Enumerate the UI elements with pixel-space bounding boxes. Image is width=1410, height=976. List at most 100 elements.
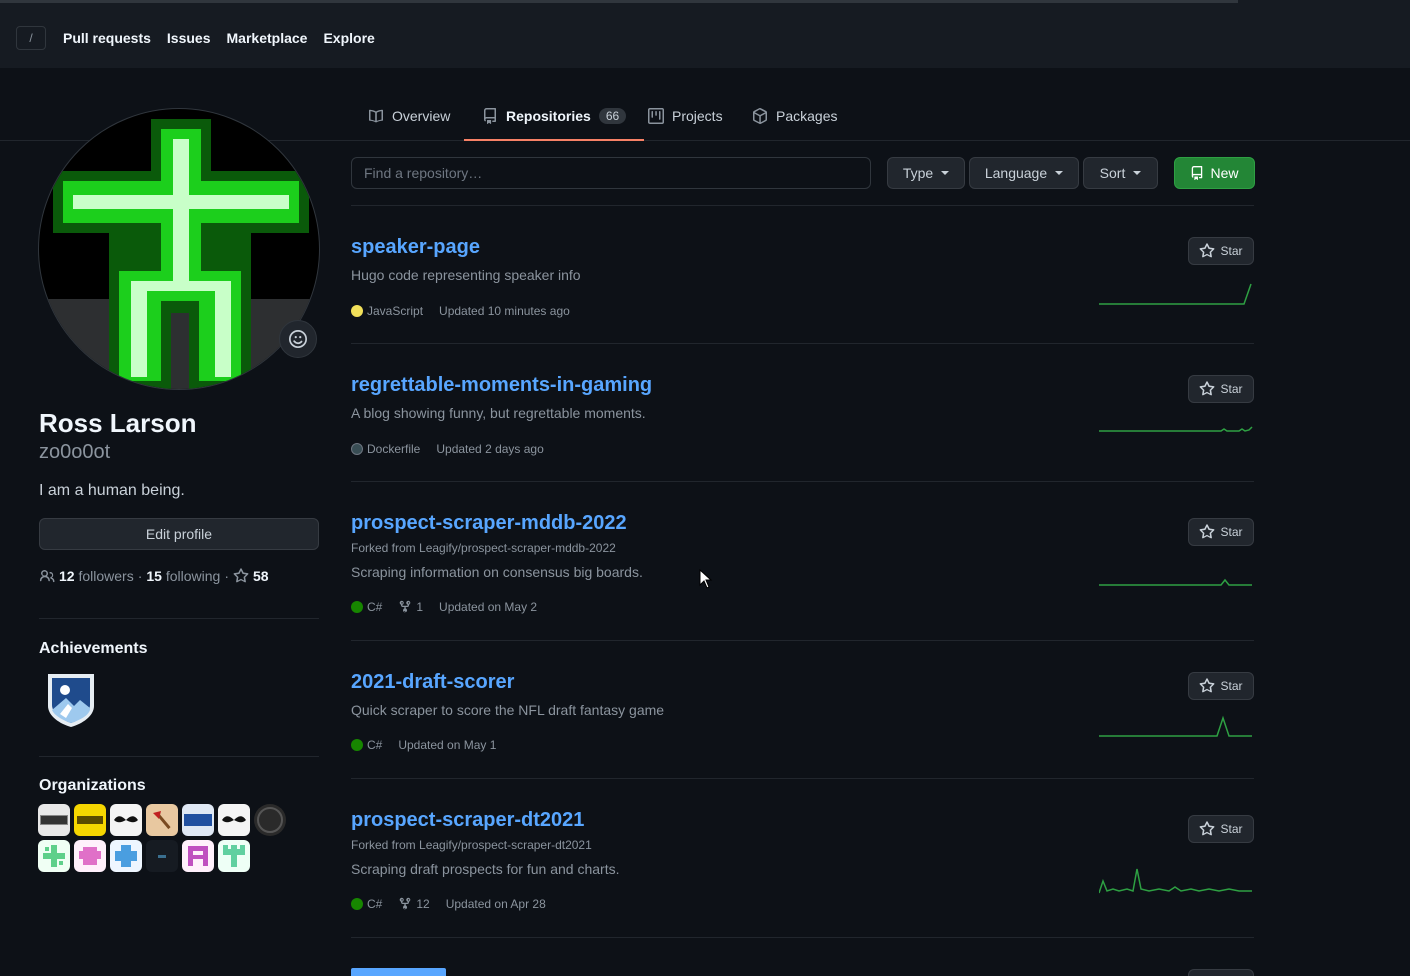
star-icon [1200,381,1215,396]
repo-name-link[interactable]: prospect-scraper-dt2021 [351,809,584,832]
book-icon [369,109,383,123]
language-color-dot [351,601,363,613]
repo-name-link-partial[interactable] [351,968,446,976]
sort-button[interactable]: Sort [1083,157,1158,189]
repo-icon [1192,166,1203,180]
repo-meta: Dockerfile Updated 2 days ago [351,442,544,456]
org-avatar[interactable] [146,804,178,836]
star-button[interactable]: Star [1188,672,1254,700]
org-avatar[interactable] [218,840,250,872]
repo-name-link[interactable]: prospect-scraper-mddb-2022 [351,512,627,535]
fork-count: 1 [416,600,424,614]
edit-profile-button[interactable]: Edit profile [39,518,319,550]
star-button[interactable]: Star [1188,237,1254,265]
repo-meta: C# 1 Updated on May 2 [351,600,537,614]
repo-forks-link[interactable]: 12 [398,897,430,911]
repo-list-item: speaker-page Hugo code representing spea… [351,206,1254,344]
org-avatar[interactable] [38,840,70,872]
org-avatar[interactable] [254,804,286,836]
star-label: Star [1220,382,1243,396]
repo-count-badge: 66 [598,108,627,124]
repo-description: Scraping information on consensus big bo… [351,564,643,580]
repo-name-link[interactable]: 2021-draft-scorer [351,671,514,694]
star-label: Star [1220,822,1243,836]
star-button[interactable]: Star [1188,815,1254,843]
top-header: / Pull requests Issues Marketplace Explo… [0,0,1410,68]
org-avatar[interactable] [74,804,106,836]
star-label: Star [1220,525,1243,539]
package-icon [753,108,767,124]
achievement-badge-arctic-icon[interactable] [44,670,98,728]
loading-bar [0,0,1238,3]
type-filter-button[interactable]: Type [887,157,965,189]
repo-list-item-partial [351,938,1254,976]
language-filter-label: Language [984,165,1048,181]
repo-description: Scraping draft prospects for fun and cha… [351,861,620,877]
global-nav: Pull requests Issues Marketplace Explore [63,30,375,46]
repo-description: A blog showing funny, but regrettable mo… [351,405,646,421]
repo-icon [484,108,496,124]
language-color-dot [351,898,363,910]
repo-updated: Updated on May 2 [439,600,538,614]
nav-issues[interactable]: Issues [167,30,211,46]
org-avatar[interactable] [110,840,142,872]
org-avatar[interactable] [110,804,142,836]
find-repository-input[interactable] [351,157,871,189]
repo-language: JavaScript [351,304,423,318]
forked-from-link[interactable]: Forked from Leagify/prospect-scraper-mdd… [351,541,616,555]
org-avatar[interactable] [146,840,178,872]
follow-stats: 12 followers · 15 following · 58 [39,568,269,584]
tab-overview[interactable]: Overview [366,92,452,140]
star-label: Star [1220,244,1243,258]
repo-name-link[interactable]: regrettable-moments-in-gaming [351,374,652,397]
separator: · [224,568,230,584]
star-button[interactable]: Star [1188,518,1254,546]
activity-sparkline [1099,283,1252,305]
org-avatar[interactable] [218,804,250,836]
activity-sparkline [1099,578,1252,586]
star-button[interactable]: Star [1188,375,1254,403]
nav-explore[interactable]: Explore [323,30,374,46]
org-avatar[interactable] [182,840,214,872]
tab-packages[interactable]: Packages [750,92,839,140]
smiley-icon [289,330,307,348]
language-label: C# [367,600,383,614]
activity-sparkline [1099,426,1253,432]
profile-name: Ross Larson [39,408,197,438]
org-avatar[interactable] [38,804,70,836]
language-color-dot [351,305,363,317]
star-button[interactable] [1188,969,1254,976]
repo-updated: Updated 2 days ago [436,442,544,456]
people-icon [39,570,55,583]
repo-meta: C# Updated on May 1 [351,738,496,752]
stars-count[interactable]: 58 [253,568,269,584]
language-label: JavaScript [367,304,424,318]
tab-repositories[interactable]: Repositories 66 [463,92,645,141]
forked-from-link[interactable]: Forked from Leagify/prospect-scraper-dt2… [351,838,592,852]
new-repository-button[interactable]: New [1174,157,1255,189]
followers-link[interactable]: 12 followers [59,568,134,584]
tab-projects[interactable]: Projects [646,92,725,140]
nav-marketplace[interactable]: Marketplace [227,30,308,46]
caret-down-icon [1055,171,1064,175]
nav-pull-requests[interactable]: Pull requests [63,30,151,46]
language-label: C# [367,738,383,752]
sort-label: Sort [1099,165,1126,181]
following-link[interactable]: 15 following [146,568,220,584]
repo-forks-link[interactable]: 1 [398,600,423,614]
org-avatar[interactable] [182,804,214,836]
star-label: Star [1220,679,1243,693]
org-avatar[interactable] [74,840,106,872]
project-icon [648,108,664,124]
search-shortcut-key[interactable]: / [16,26,46,50]
repo-language: C# [351,738,382,752]
repo-name-link[interactable]: speaker-page [351,236,480,259]
repo-language: C# [351,600,382,614]
repo-language: Dockerfile [351,442,420,456]
avatar[interactable] [38,108,320,390]
followers-count: 12 [59,568,75,584]
following-label: following [165,568,221,584]
language-filter-button[interactable]: Language [969,157,1079,189]
fork-icon [400,600,411,613]
set-status-button[interactable] [279,320,317,358]
